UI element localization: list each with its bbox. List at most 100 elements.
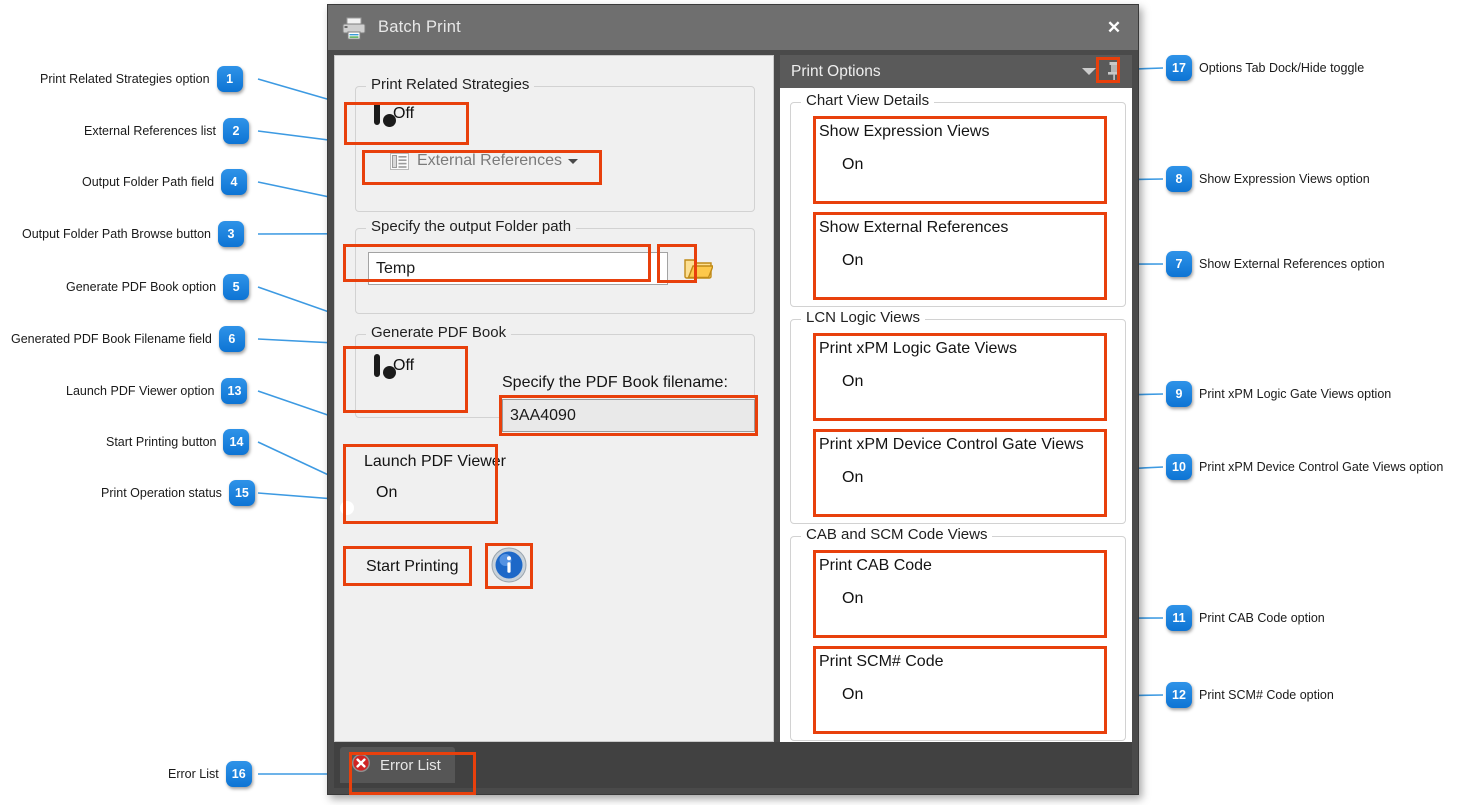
external-references-label: External References <box>417 152 562 169</box>
option-show-external-references[interactable]: Show External References On <box>806 219 1105 283</box>
show-expression-views-toggle-row[interactable]: On <box>806 156 1105 187</box>
annotation-8: 8 Show Expression Views option <box>1166 166 1370 192</box>
option-label: Print xPM Device Control Gate Views <box>819 436 1084 453</box>
pin-icon[interactable] <box>1104 60 1124 82</box>
annotation-badge: 1 <box>216 66 243 92</box>
annotation-badge: 15 <box>228 480 255 506</box>
list-icon <box>390 152 409 170</box>
annotation-label: Generated PDF Book Filename field <box>11 331 212 346</box>
output-folder-path-value: Temp <box>376 259 416 277</box>
option-label: Print xPM Logic Gate Views <box>819 340 1018 357</box>
option-label: Show External References <box>819 219 1009 236</box>
annotation-17: 17 Options Tab Dock/Hide toggle <box>1166 55 1364 81</box>
generate-pdf-book-toggle-row[interactable]: Off <box>374 354 415 379</box>
annotation-10: 10 Print xPM Device Control Gate Views o… <box>1166 454 1443 480</box>
chevron-down-icon[interactable] <box>1082 68 1096 75</box>
annotation-5: Generate PDF Book option 5 <box>66 274 250 300</box>
toggle-state-label: On <box>842 469 864 486</box>
option-print-xpm-logic-gate-views[interactable]: Print xPM Logic Gate Views On <box>806 340 1109 404</box>
annotation-badge: 11 <box>1166 605 1192 631</box>
launch-pdf-viewer-label: Launch PDF Viewer <box>364 453 506 470</box>
annotation-badge: 12 <box>1166 682 1192 708</box>
annotation-label: Start Printing button <box>106 434 217 449</box>
option-print-scm-code[interactable]: Print SCM# Code On <box>806 653 1105 717</box>
print-xpm-logic-gate-views-toggle-row[interactable]: On <box>806 373 1109 404</box>
print-xpm-device-control-gate-views-toggle-row[interactable]: On <box>807 469 1111 499</box>
annotation-label: Print xPM Logic Gate Views option <box>1199 386 1392 401</box>
group-label: CAB and SCM Code Views <box>801 527 993 542</box>
printer-icon <box>341 16 367 40</box>
toggle-state-label: On <box>842 252 864 269</box>
toggle-state-label: On <box>842 156 864 173</box>
group-chart-view-details: Chart View Details Show Expression Views… <box>790 93 1126 307</box>
error-list-tab[interactable]: Error List <box>340 747 455 783</box>
toggle-state-label: On <box>842 373 864 390</box>
option-label: Show Expression Views <box>819 123 990 140</box>
option-print-cab-code[interactable]: Print CAB Code On <box>806 557 1105 621</box>
print-related-strategies-toggle[interactable] <box>374 102 396 127</box>
group-label: Generate PDF Book <box>366 325 512 340</box>
annotation-label: Show External References option <box>1199 256 1385 271</box>
annotation-2: External References list 2 <box>84 118 250 144</box>
annotation-label: Print Operation status <box>101 485 222 500</box>
start-printing-button[interactable]: Start Printing <box>366 558 458 576</box>
external-references-list[interactable]: External References <box>390 152 578 170</box>
window-titlebar: Batch Print ✕ <box>328 5 1138 50</box>
window-bottom-bar: Error List <box>334 742 1132 788</box>
print-options-title: Print Options <box>791 62 881 80</box>
option-label: Print CAB Code <box>819 557 932 574</box>
option-print-xpm-device-control-gate-views[interactable]: Print xPM Device Control Gate Views On <box>807 436 1111 499</box>
annotation-label: Options Tab Dock/Hide toggle <box>1199 60 1365 75</box>
close-icon[interactable]: ✕ <box>1090 5 1138 50</box>
annotation-label: Error List <box>168 766 219 781</box>
annotation-badge: 9 <box>1166 381 1192 407</box>
print-related-strategies-toggle-row[interactable]: Off <box>374 102 415 127</box>
annotated-screenshot: Print Related Strategies option 1 Extern… <box>0 0 1470 805</box>
option-label: Print SCM# Code <box>819 653 944 670</box>
chevron-down-icon[interactable] <box>567 158 578 164</box>
batch-print-left-pane: Print Related Strategies Off External Re… <box>334 55 774 742</box>
info-icon[interactable] <box>490 546 528 589</box>
option-show-expression-views[interactable]: Show Expression Views On <box>806 123 1105 187</box>
annotation-12: 12 Print SCM# Code option <box>1166 682 1334 708</box>
window-title: Batch Print <box>378 18 461 36</box>
annotation-badge: 7 <box>1166 251 1192 277</box>
annotation-badge: 8 <box>1166 166 1192 192</box>
annotation-label: Print Related Strategies option <box>40 71 210 86</box>
group-label: LCN Logic Views <box>801 310 925 325</box>
annotation-3: Output Folder Path Browse button 3 <box>22 221 244 247</box>
annotation-label: Launch PDF Viewer option <box>66 383 215 398</box>
toggle-state-label: On <box>842 590 864 607</box>
print-options-header: Print Options <box>780 55 1132 88</box>
annotation-badge: 5 <box>223 274 250 300</box>
print-scm-code-toggle-row[interactable]: On <box>806 686 1105 717</box>
pdf-book-filename-caption: Specify the PDF Book filename: <box>502 374 728 391</box>
annotation-label: Print SCM# Code option <box>1199 687 1334 702</box>
batch-print-window: Batch Print ✕ Print Related Strategies O… <box>327 4 1139 795</box>
annotation-label: Print xPM Device Control Gate Views opti… <box>1199 459 1444 474</box>
print-cab-code-toggle-row[interactable]: On <box>806 590 1105 621</box>
annotation-badge: 2 <box>223 118 250 144</box>
generate-pdf-book-toggle[interactable] <box>374 354 396 379</box>
annotation-16: Error List 16 <box>168 761 252 787</box>
print-options-content: Chart View Details Show Expression Views… <box>780 88 1132 742</box>
annotation-1: Print Related Strategies option 1 <box>40 66 243 92</box>
toggle-state-label: On <box>376 484 398 501</box>
annotation-badge: 13 <box>221 378 248 404</box>
annotation-label: Output Folder Path field <box>82 174 215 189</box>
annotation-label: External References list <box>84 123 217 138</box>
output-folder-path-input[interactable]: Temp <box>368 252 668 285</box>
group-cab-and-scm-code-views: CAB and SCM Code Views Print CAB Code On <box>790 527 1126 741</box>
annotation-badge: 6 <box>218 326 245 352</box>
show-external-references-toggle-row[interactable]: On <box>806 252 1105 283</box>
open-folder-icon[interactable] <box>683 253 715 286</box>
toggle-state-label: On <box>842 686 864 703</box>
launch-pdf-viewer-toggle-row[interactable]: On <box>340 484 398 515</box>
toggle-state-label: Off <box>393 105 415 122</box>
annotation-label: Print CAB Code option <box>1199 610 1325 625</box>
toggle-state-label: Off <box>393 357 415 374</box>
pdf-book-filename-input[interactable]: 3AA4090 <box>502 399 755 432</box>
annotation-badge: 17 <box>1166 55 1192 81</box>
group-label: Chart View Details <box>801 93 935 108</box>
annotation-label: Show Expression Views option <box>1199 171 1370 186</box>
